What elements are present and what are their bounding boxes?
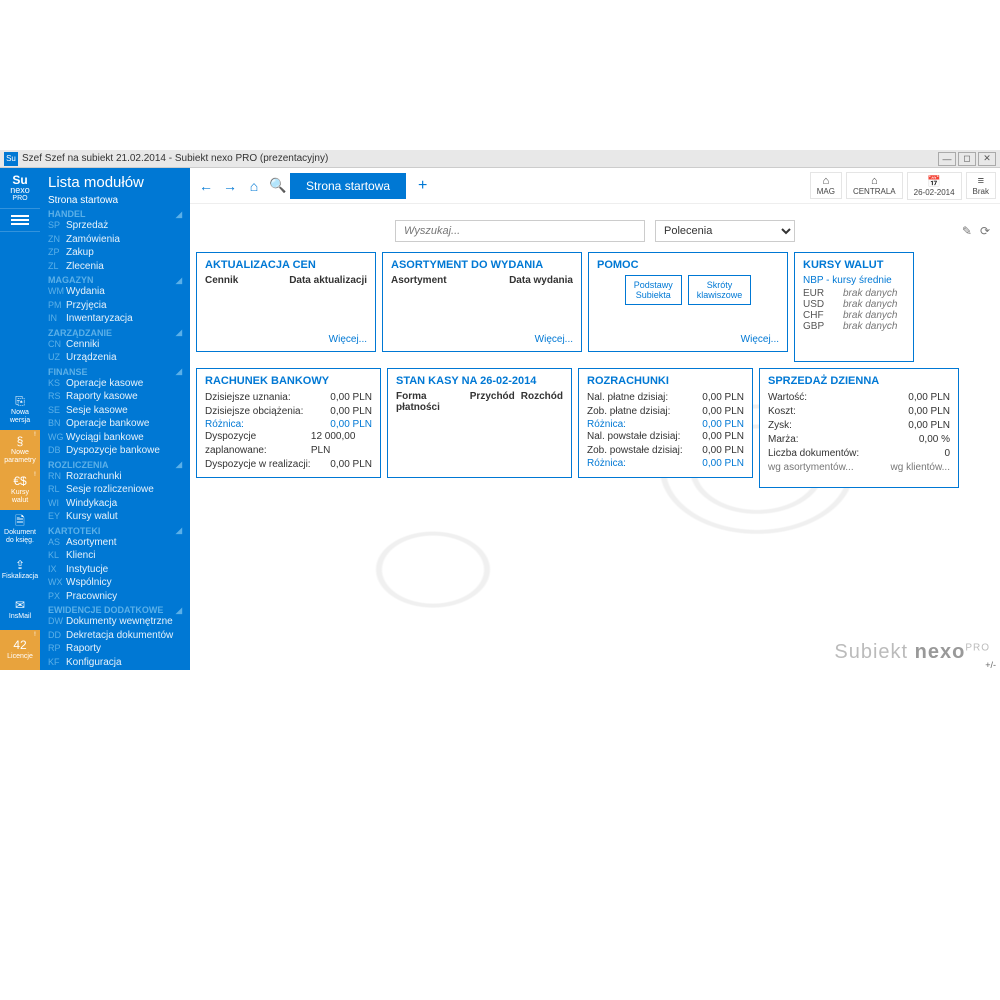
sidebar-group-header[interactable]: ROZLICZENIA◢ — [40, 458, 190, 470]
topbar: ← → ⌂ 🔍 Strona startowa + ⌂MAG⌂CENTRALA📅… — [190, 168, 1000, 204]
sidebar-item[interactable]: SPSprzedaż — [40, 219, 190, 233]
card-title: POMOC — [597, 259, 779, 271]
strip-item[interactable]: 🗎Dokument do księg. — [0, 510, 40, 550]
sidebar-item[interactable]: WIWindykacja — [40, 497, 190, 511]
topbar-tile[interactable]: ≡Brak — [966, 172, 996, 199]
card-title: KURSY WALUT — [803, 259, 905, 271]
sidebar-title: Lista modułów — [40, 168, 190, 194]
nav-home-icon[interactable]: ⌂ — [242, 174, 266, 198]
card-kursy-walut: KURSY WALUT NBP - kursy średnie EURbrak … — [794, 252, 914, 362]
sidebar-item[interactable]: UZUrządzenia — [40, 351, 190, 365]
sidebar-item[interactable]: DDDekretacja dokumentów — [40, 629, 190, 643]
sidebar-item[interactable]: DBDyspozycje bankowe — [40, 444, 190, 458]
by-clients-link[interactable]: wg klientów... — [891, 461, 950, 475]
strip-item[interactable]: §Nowe parametry! — [0, 430, 40, 470]
nav-back-icon[interactable]: ← — [194, 174, 218, 198]
strip-item[interactable]: ✉InsMail — [0, 590, 40, 630]
currency-row: EURbrak danych — [803, 288, 905, 299]
search-select[interactable]: Polecenia — [655, 220, 795, 242]
sidebar-item[interactable]: ZPZakup — [40, 246, 190, 260]
help-basics-button[interactable]: Podstawy Subiekta — [625, 275, 682, 305]
sidebar-item[interactable]: WXWspólnicy — [40, 576, 190, 590]
card-pomoc: POMOC Podstawy Subiekta Skróty klawiszow… — [588, 252, 788, 352]
titlebar: Su Szef Szef na subiekt 21.02.2014 - Sub… — [0, 150, 1000, 168]
main-area: ← → ⌂ 🔍 Strona startowa + ⌂MAG⌂CENTRALA📅… — [190, 168, 1000, 670]
sidebar-group-header[interactable]: FINANSE◢ — [40, 365, 190, 377]
sidebar-item[interactable]: ZLZlecenia — [40, 260, 190, 274]
card-title: ASORTYMENT DO WYDANIA — [391, 259, 573, 271]
tab-start-page[interactable]: Strona startowa — [290, 173, 406, 199]
plus-minus[interactable]: +/- — [985, 660, 996, 670]
sidebar-item[interactable]: SESesje kasowe — [40, 404, 190, 418]
more-link[interactable]: Więcej... — [597, 334, 779, 345]
sidebar-item[interactable]: KSOperacje kasowe — [40, 377, 190, 391]
sidebar-item[interactable]: PMPrzyjęcia — [40, 299, 190, 313]
sidebar-item[interactable]: WGWyciągi bankowe — [40, 431, 190, 445]
sidebar-item[interactable]: EYKursy walut — [40, 510, 190, 524]
card-title: RACHUNEK BANKOWY — [205, 375, 372, 387]
card-asortyment-do-wydania: ASORTYMENT DO WYDANIA AsortymentData wyd… — [382, 252, 582, 352]
topbar-tile[interactable]: 📅26-02-2014 — [907, 172, 962, 200]
window-title: Szef Szef na subiekt 21.02.2014 - Subiek… — [22, 153, 936, 164]
currency-row: USDbrak danych — [803, 299, 905, 310]
help-shortcuts-button[interactable]: Skróty klawiszowe — [688, 275, 752, 305]
by-assortment-link[interactable]: wg asortymentów... — [768, 461, 854, 475]
sidebar-item[interactable]: ASAsortyment — [40, 536, 190, 550]
card-title: ROZRACHUNKI — [587, 375, 744, 387]
sidebar-item[interactable]: DWDokumenty wewnętrzne — [40, 615, 190, 629]
card-stan-kasy: STAN KASY NA 26-02-2014 Forma płatnościP… — [387, 368, 572, 478]
sidebar-item[interactable]: ZNZamówienia — [40, 233, 190, 247]
card-aktualizacja-cen: AKTUALIZACJA CEN CennikData aktualizacji… — [196, 252, 376, 352]
app-icon: Su — [4, 152, 18, 166]
sidebar-item[interactable]: RLSesje rozliczeniowe — [40, 483, 190, 497]
card-title: SPRZEDAŻ DZIENNA — [768, 375, 950, 387]
sidebar-item[interactable]: RNRozrachunki — [40, 470, 190, 484]
sidebar-group-header[interactable]: MAGAZYN◢ — [40, 273, 190, 285]
minimize-button[interactable]: — — [938, 152, 956, 166]
sidebar-item[interactable]: PXPracownicy — [40, 590, 190, 604]
sidebar-item[interactable]: WMWydania — [40, 285, 190, 299]
more-link[interactable]: Więcej... — [391, 334, 573, 345]
sidebar-item[interactable]: CNCenniki — [40, 338, 190, 352]
sidebar-item[interactable]: KLKlienci — [40, 549, 190, 563]
nav-search-icon[interactable]: 🔍 — [266, 174, 290, 198]
sidebar-group-header[interactable]: EWIDENCJE DODATKOWE◢ — [40, 603, 190, 615]
strip-item[interactable]: €$Kursy walut! — [0, 470, 40, 510]
sidebar: Lista modułów Strona startowa HANDEL◢SPS… — [40, 168, 190, 670]
sidebar-item[interactable]: INInwentaryzacja — [40, 312, 190, 326]
card-title: AKTUALIZACJA CEN — [205, 259, 367, 271]
more-link[interactable]: Więcej... — [205, 334, 367, 345]
brand-watermark: Subiekt nexoPRO — [834, 641, 990, 664]
topbar-tile[interactable]: ⌂CENTRALA — [846, 172, 903, 199]
sidebar-item[interactable]: RSRaporty kasowe — [40, 390, 190, 404]
sidebar-group-header[interactable]: KARTOTEKI◢ — [40, 524, 190, 536]
currency-row: GBPbrak danych — [803, 321, 905, 332]
strip-item[interactable]: ⎘Nowa wersja — [0, 390, 40, 430]
strip-item[interactable]: ⇪Fiskalizacja — [0, 550, 40, 590]
close-button[interactable]: ✕ — [978, 152, 996, 166]
card-sprzedaz-dzienna: SPRZEDAŻ DZIENNA Wartość:0,00 PLN Koszt:… — [759, 368, 959, 488]
sidebar-item[interactable]: IXInstytucje — [40, 563, 190, 577]
card-rozrachunki: ROZRACHUNKI Nal. płatne dzisiaj:0,00 PLN… — [578, 368, 753, 478]
strip-item[interactable]: 42Licencje! — [0, 630, 40, 670]
logo: Su nexo PRO — [0, 168, 40, 208]
sidebar-start-page[interactable]: Strona startowa — [40, 194, 190, 207]
sidebar-item[interactable]: BNOperacje bankowe — [40, 417, 190, 431]
edit-icon[interactable]: ✎ — [962, 224, 972, 238]
refresh-icon[interactable]: ⟳ — [980, 224, 990, 238]
vertical-strip: Su nexo PRO ⎘Nowa wersja§Nowe parametry!… — [0, 168, 40, 670]
sidebar-group-header[interactable]: ZARZĄDZANIE◢ — [40, 326, 190, 338]
nav-forward-icon[interactable]: → — [218, 174, 242, 198]
sidebar-item[interactable]: RPRaporty — [40, 642, 190, 656]
topbar-tile[interactable]: ⌂MAG — [810, 172, 842, 199]
maximize-button[interactable]: ◻ — [958, 152, 976, 166]
card-rachunek-bankowy: RACHUNEK BANKOWY Dzisiejsze uznania:0,00… — [196, 368, 381, 478]
sidebar-group-header[interactable]: HANDEL◢ — [40, 207, 190, 219]
tab-add-button[interactable]: + — [406, 177, 439, 195]
card-title: STAN KASY NA 26-02-2014 — [396, 375, 563, 387]
sidebar-item[interactable]: KFKonfiguracja — [40, 656, 190, 670]
hamburger-icon[interactable] — [0, 208, 40, 232]
search-input[interactable] — [395, 220, 645, 242]
currency-row: CHFbrak danych — [803, 310, 905, 321]
